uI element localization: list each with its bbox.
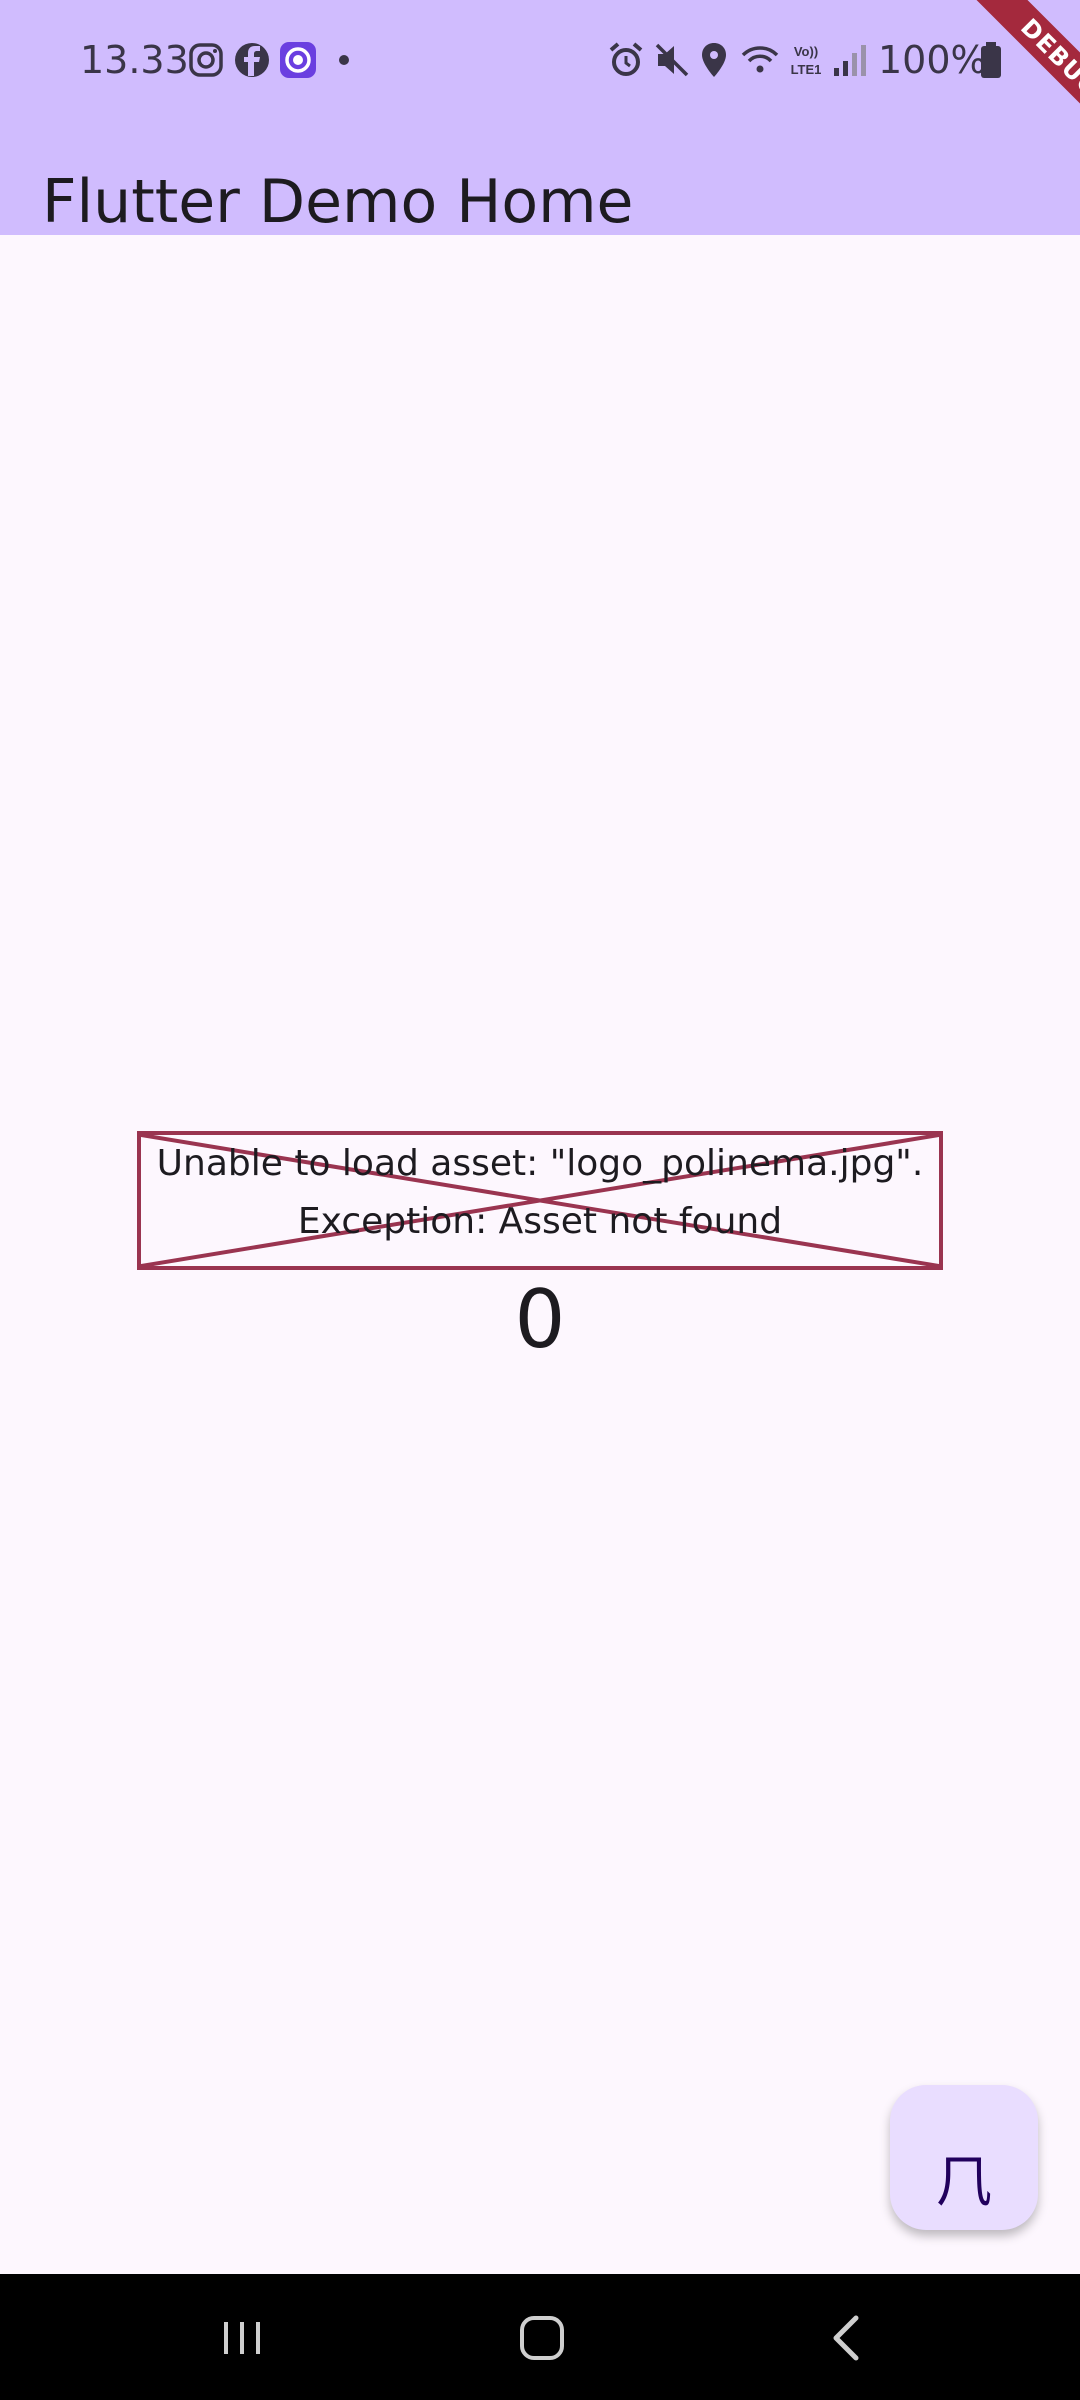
kanji-icon: ⺇ bbox=[936, 2150, 992, 2215]
mute-icon bbox=[652, 40, 692, 80]
debug-banner-label: DEBUG bbox=[962, 0, 1080, 156]
navigation-bar bbox=[0, 2274, 1080, 2400]
volte-icon: Vo)) LTE1 bbox=[784, 40, 828, 80]
svg-text:LTE1: LTE1 bbox=[791, 62, 822, 77]
svg-text:Vo)): Vo)) bbox=[794, 44, 818, 59]
broken-image-placeholder: Unable to load asset: "logo_polinema.jpg… bbox=[137, 1131, 943, 1270]
error-message-line-2: Exception: Asset not found bbox=[297, 1201, 783, 1242]
wifi-icon bbox=[740, 40, 780, 80]
instagram-icon bbox=[186, 40, 226, 80]
home-icon[interactable] bbox=[512, 2310, 572, 2366]
recent-apps-icon[interactable] bbox=[212, 2310, 272, 2366]
messenger-icon bbox=[278, 40, 318, 80]
status-bar: 13.33 Vo)) LTE1 100% bbox=[0, 0, 1080, 120]
error-message: Unable to load asset: "logo_polinema.jpg… bbox=[141, 1135, 939, 1251]
location-icon bbox=[694, 40, 734, 80]
increment-fab-button[interactable]: ⺇ bbox=[890, 2085, 1038, 2230]
alarm-icon bbox=[606, 40, 646, 80]
debug-banner: DEBUG bbox=[920, 0, 1080, 160]
counter-value: 0 bbox=[514, 1273, 566, 1366]
status-time: 13.33 bbox=[80, 38, 189, 82]
back-icon[interactable] bbox=[818, 2310, 878, 2366]
signal-icon bbox=[830, 40, 870, 80]
app-bar: 13.33 Vo)) LTE1 100% Flutter Demo Home bbox=[0, 0, 1080, 237]
page-title: Flutter Demo Home bbox=[42, 167, 634, 238]
error-message-line-1: Unable to load asset: "logo_polinema.jpg… bbox=[156, 1143, 924, 1184]
facebook-icon bbox=[232, 40, 272, 80]
dot-icon bbox=[326, 40, 366, 80]
